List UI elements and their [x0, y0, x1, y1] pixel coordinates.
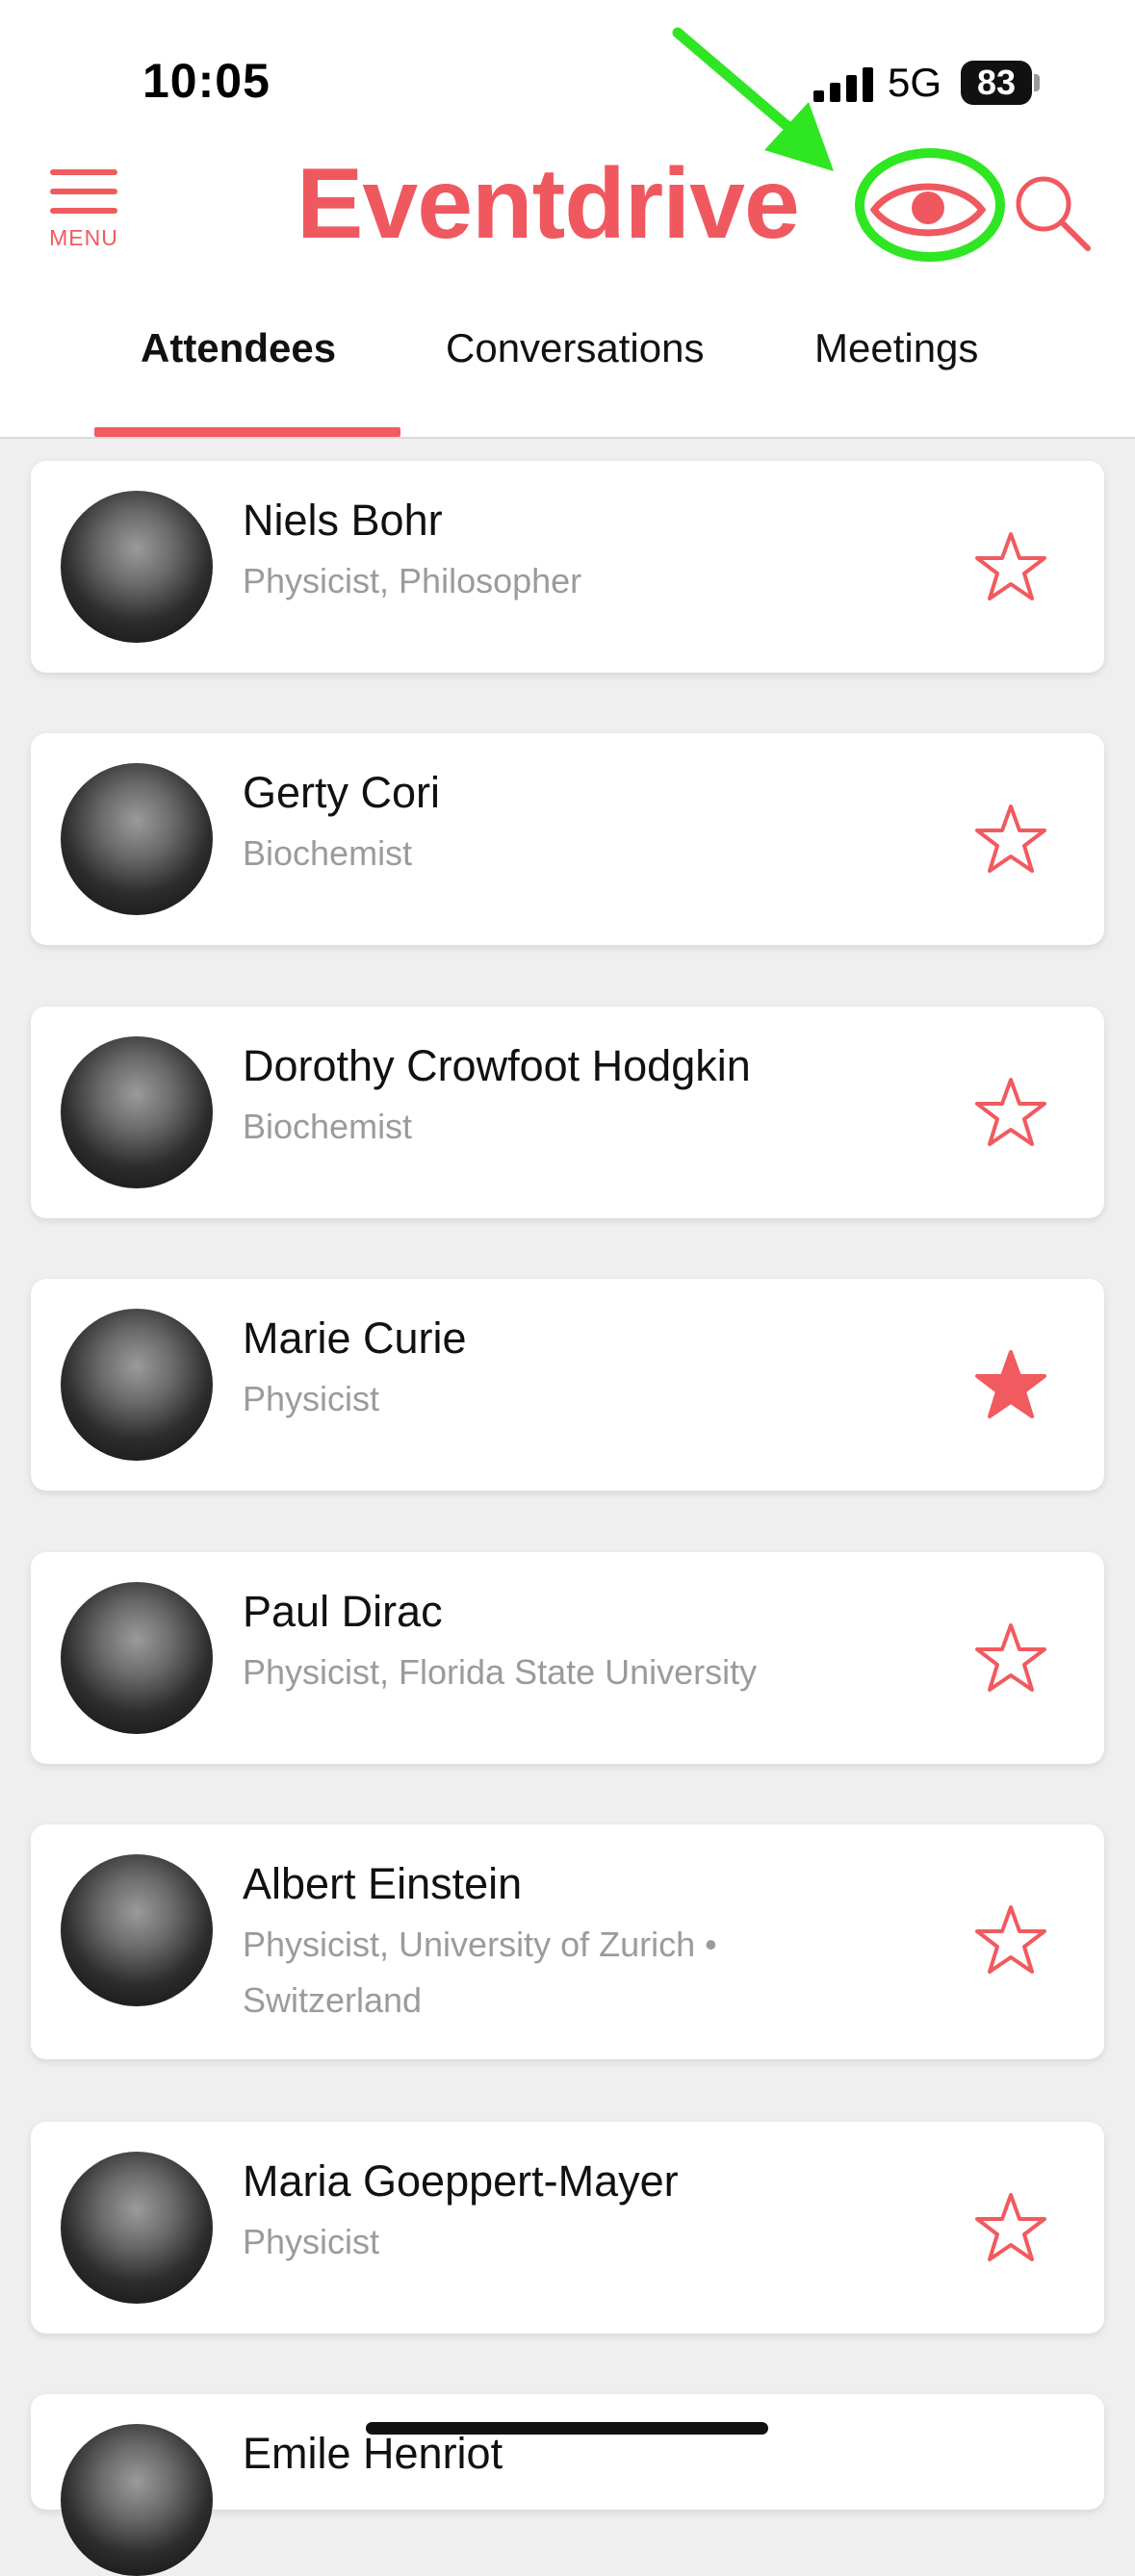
menu-icon-bar [50, 169, 117, 175]
attendee-subtitle: Physicist, Florida State University [243, 1652, 758, 1692]
tab-meetings[interactable]: Meetings [814, 325, 978, 371]
menu-icon-bar [50, 208, 117, 214]
attendee-card[interactable]: Marie Curie Physicist [31, 1279, 1104, 1491]
attendee-name: Niels Bohr [243, 496, 443, 545]
star-icon[interactable] [974, 1077, 1047, 1148]
attendee-card[interactable]: Gerty Cori Biochemist [31, 733, 1104, 945]
menu-button[interactable]: MENU [48, 166, 119, 254]
attendee-card[interactable]: Maria Goeppert-Mayer Physicist [31, 2122, 1104, 2334]
search-icon[interactable] [1011, 171, 1092, 252]
attendee-subtitle: Physicist, Philosopher [243, 561, 582, 600]
attendee-card[interactable]: Dorothy Crowfoot Hodgkin Biochemist [31, 1007, 1104, 1218]
attendee-name: Paul Dirac [243, 1587, 443, 1636]
battery-tip [1034, 74, 1040, 91]
attendee-subtitle: Biochemist [243, 1107, 413, 1146]
attendee-card[interactable]: Emile Henriot [31, 2394, 1104, 2576]
tab-attendees[interactable]: Attendees [141, 325, 336, 371]
attendee-name: Albert Einstein [243, 1859, 523, 1908]
attendee-card[interactable]: Albert Einstein Physicist, University of… [31, 1824, 1104, 2059]
attendee-name: Marie Curie [243, 1314, 467, 1363]
tab-indicator [94, 427, 400, 437]
avatar [61, 1309, 213, 1461]
star-icon[interactable] [974, 1904, 1047, 1976]
status-time: 10:05 [142, 54, 271, 108]
attendee-subtitle: Physicist [243, 1379, 380, 1418]
avatar [61, 1854, 213, 2006]
avatar [61, 763, 213, 915]
attendee-name: Maria Goeppert-Mayer [243, 2156, 679, 2206]
star-icon[interactable] [974, 531, 1047, 602]
star-icon[interactable] [974, 1622, 1047, 1694]
top-bar: 10:05 5G 83 MENU Eventdrive Attendees Co… [0, 0, 1135, 439]
attendee-subtitle: Physicist [243, 2222, 380, 2261]
tab-bar: Attendees Conversations Meetings [0, 316, 1135, 439]
attendee-subtitle: Physicist, University of Zurich • Switze… [243, 1925, 717, 2020]
avatar [61, 2152, 213, 2304]
home-indicator [366, 2422, 768, 2435]
menu-label: MENU [49, 225, 118, 250]
tab-conversations[interactable]: Conversations [446, 325, 704, 371]
attendee-subtitle: Biochemist [243, 833, 413, 873]
highlight-ring [855, 148, 1005, 262]
attendee-name: Gerty Cori [243, 768, 441, 817]
star-icon[interactable] [974, 2192, 1047, 2263]
battery-level: 83 [976, 63, 1017, 102]
star-icon[interactable] [974, 803, 1047, 875]
star-filled-icon[interactable] [974, 1349, 1047, 1420]
annotation-arrow [672, 27, 834, 171]
menu-icon-bar [50, 189, 117, 194]
tabs-divider [0, 437, 1135, 439]
attendee-name: Dorothy Crowfoot Hodgkin [243, 1041, 751, 1090]
avatar [61, 491, 213, 643]
avatar [61, 2424, 213, 2576]
attendee-card[interactable]: Niels Bohr Physicist, Philosopher [31, 461, 1104, 673]
avatar [61, 1582, 213, 1734]
network-type: 5G [888, 60, 942, 105]
attendee-name: Emile Henriot [243, 2429, 503, 2478]
attendee-card[interactable]: Paul Dirac Physicist, Florida State Univ… [31, 1552, 1104, 1764]
avatar [61, 1036, 213, 1188]
